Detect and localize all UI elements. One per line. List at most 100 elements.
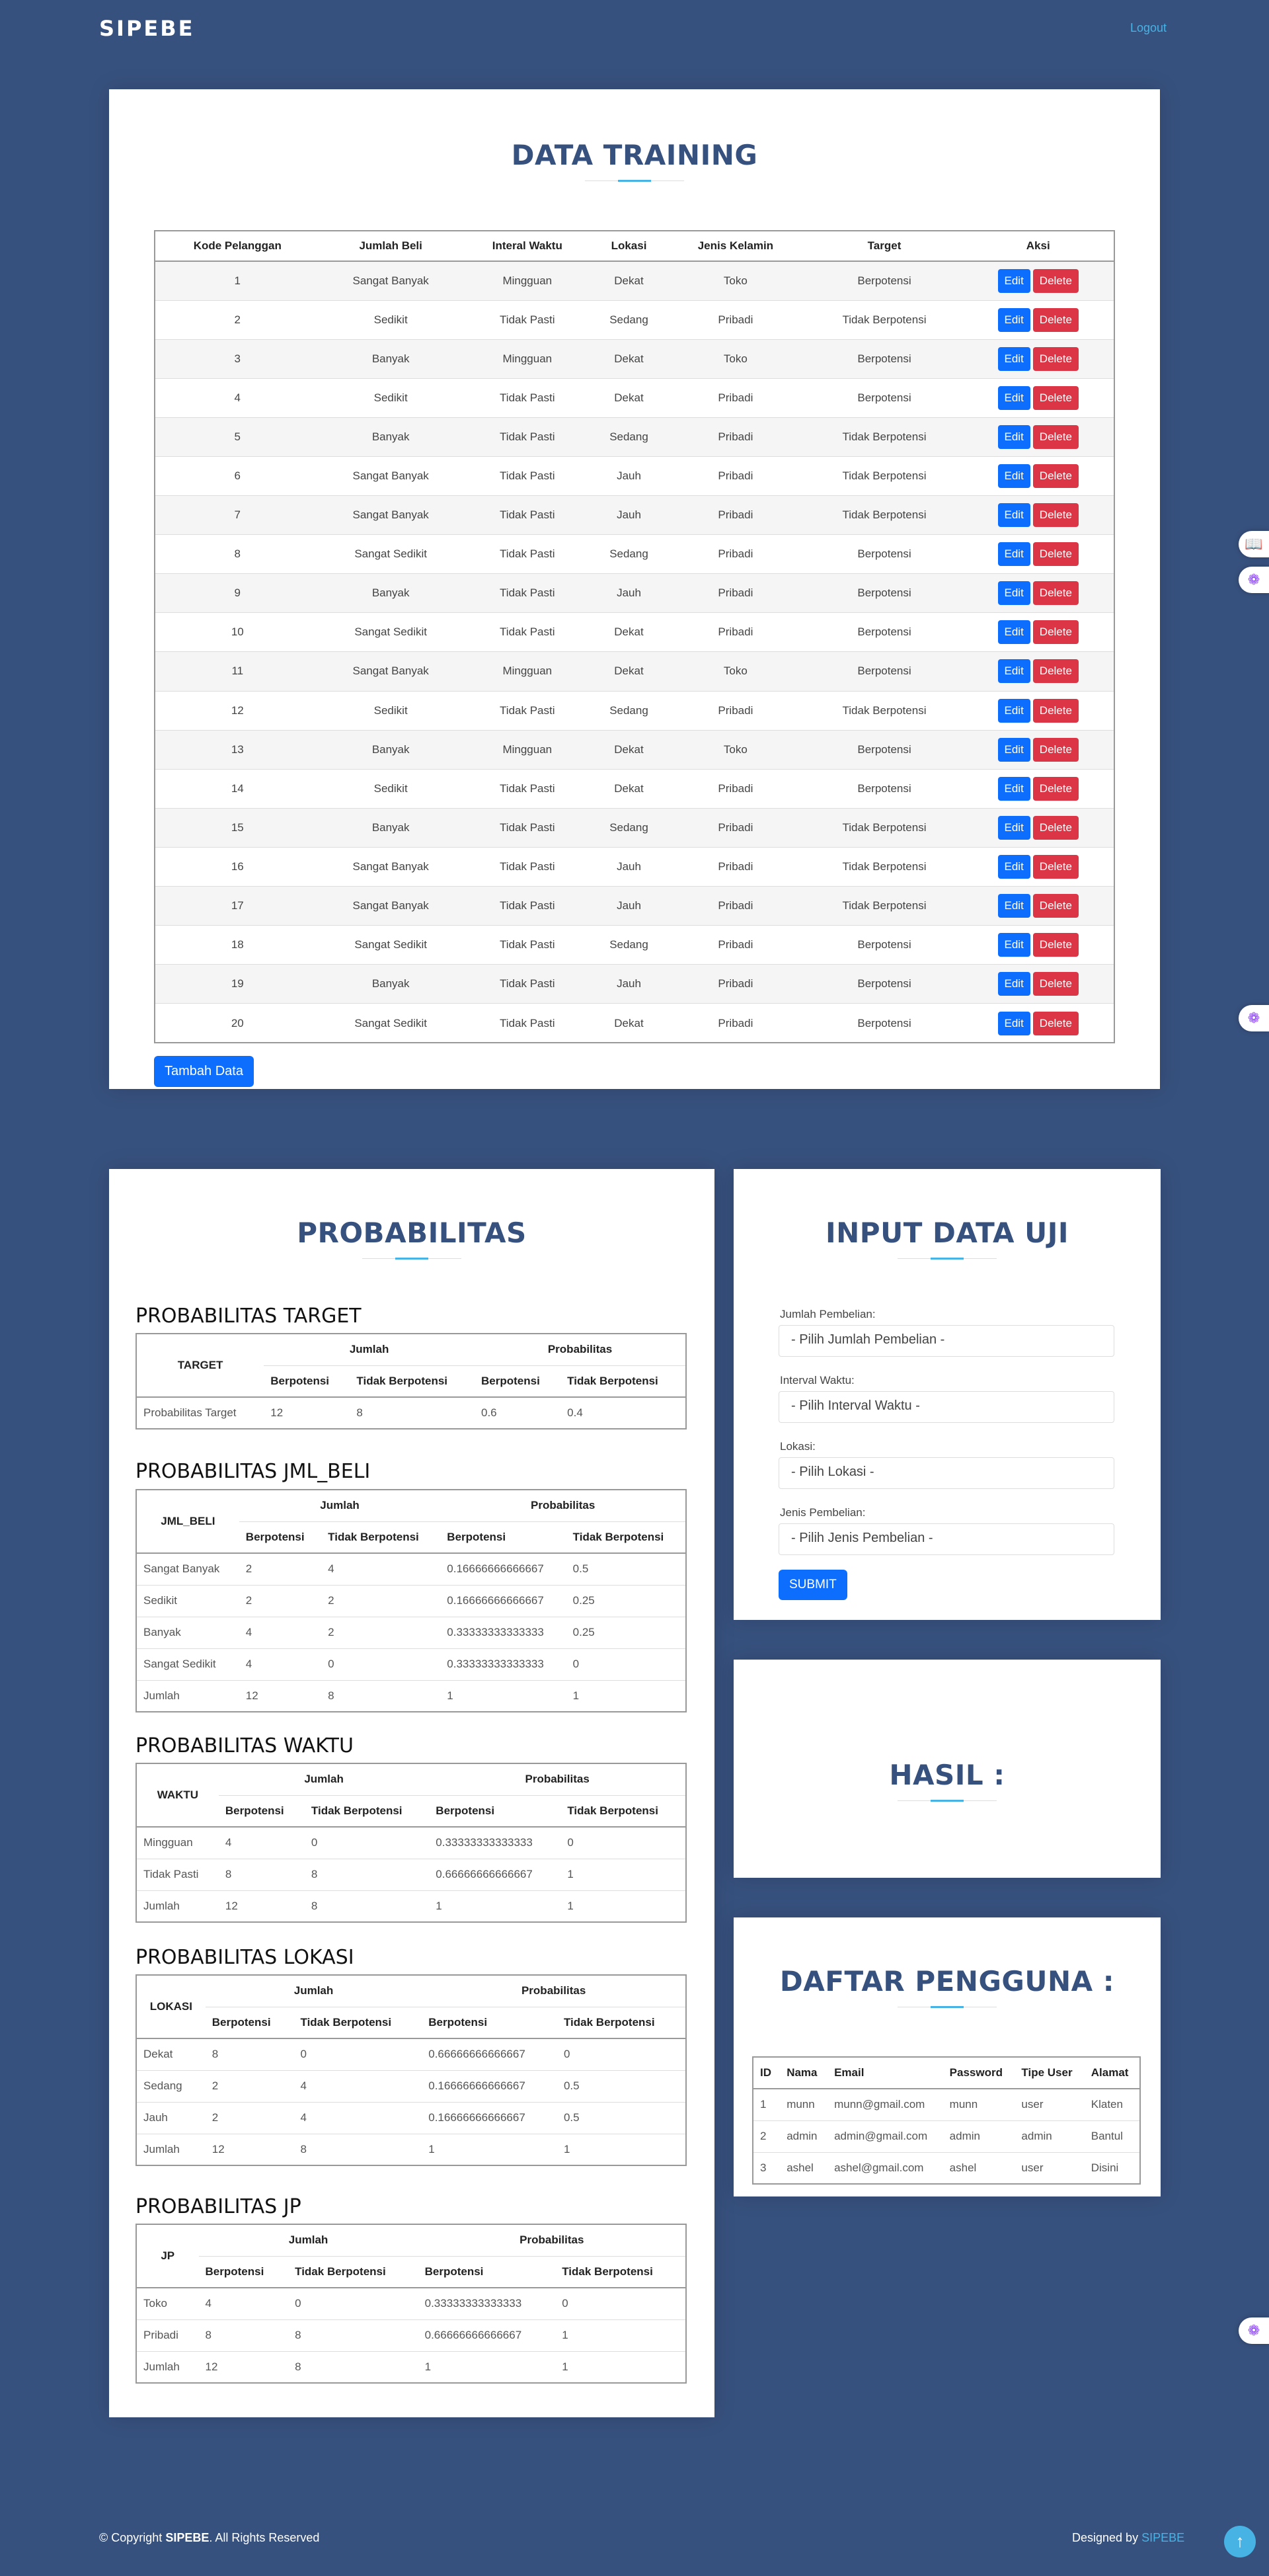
delete-button[interactable]: Delete — [1032, 698, 1079, 723]
table-header-row: Kode Pelanggan Jumlah Beli Interal Waktu Lo… — [155, 231, 1114, 262]
key-header: JP — [136, 2224, 199, 2288]
delete-button[interactable]: Delete — [1032, 424, 1079, 449]
column-header: Tidak Berpotensi — [321, 1521, 441, 1554]
delete-button[interactable]: Delete — [1032, 815, 1079, 840]
delete-button[interactable]: Delete — [1032, 385, 1079, 410]
table-row: Mingguan 4 0 0.33333333333333 0 — [136, 1826, 686, 1859]
edit-button[interactable]: Edit — [997, 307, 1030, 332]
table-cell: Jumlah — [136, 1679, 239, 1712]
delete-button[interactable]: Delete — [1032, 268, 1079, 293]
jumlah-header: Jumlah — [218, 1763, 430, 1796]
copyright-brand: SIPEBE — [165, 2531, 210, 2544]
arrow-up-icon[interactable]: ↑ — [1224, 2526, 1256, 2557]
interval-waktu-select[interactable]: - Pilih Interval Waktu - — [779, 1391, 1114, 1423]
table-cell: Jauh — [592, 964, 666, 1004]
table-cell: 2 — [753, 2120, 781, 2152]
delete-button[interactable]: Delete — [1032, 659, 1079, 684]
delete-button[interactable]: Delete — [1032, 581, 1079, 606]
jenis-pembelian-select[interactable]: - Pilih Jenis Pembelian - — [779, 1523, 1114, 1555]
table-cell: Berpotensi — [806, 573, 963, 613]
table-cell: Dekat — [592, 729, 666, 770]
delete-button[interactable]: Delete — [1032, 620, 1079, 645]
edit-button[interactable]: Edit — [997, 698, 1030, 723]
table-cell: 2 — [155, 300, 320, 340]
delete-button[interactable]: Delete — [1032, 1011, 1079, 1035]
add-data-button[interactable]: Tambah Data — [154, 1056, 254, 1087]
table-cell: Berpotensi — [806, 612, 963, 652]
table-cell: Berpotensi — [806, 339, 963, 379]
table-cell: 0.5 — [557, 2101, 686, 2134]
probabilitas-header: Probabilitas — [475, 1334, 686, 1366]
edit-button[interactable]: Edit — [997, 1011, 1030, 1035]
table-row: Jumlah 12 8 1 1 — [136, 1679, 686, 1712]
jumlah-pembelian-select[interactable]: - Pilih Jumlah Pembelian - — [779, 1325, 1114, 1357]
delete-button[interactable]: Delete — [1032, 542, 1079, 567]
table-row: 11 Sangat Banyak Mingguan Dekat Toko Berpoten… — [155, 651, 1114, 692]
actions-cell: Edit Delete — [962, 885, 1114, 926]
table-row: 1 munn munn@gmail.com munn user Klaten — [753, 2088, 1140, 2120]
table-cell: Pribadi — [665, 495, 806, 535]
edit-button[interactable]: Edit — [997, 346, 1030, 371]
translate-icon[interactable]: ❁ — [1239, 1005, 1269, 1031]
edit-button[interactable]: Edit — [997, 581, 1030, 606]
edit-button[interactable]: Edit — [997, 854, 1030, 879]
edit-button[interactable]: Edit — [997, 659, 1030, 684]
probabilitas-subtitle: PROBABILITAS JML_BELI — [135, 1460, 371, 1483]
lokasi-select[interactable]: - Pilih Lokasi - — [779, 1457, 1114, 1489]
delete-button[interactable]: Delete — [1032, 854, 1079, 879]
table-row: Sangat Sedikit 4 0 0.33333333333333 0 — [136, 1648, 686, 1680]
delete-button[interactable]: Delete — [1032, 346, 1079, 371]
table-cell: Mingguan — [136, 1826, 219, 1859]
edit-button[interactable]: Edit — [997, 776, 1030, 801]
translate-icon[interactable]: ❁ — [1239, 2317, 1269, 2344]
book-icon[interactable]: 📖 — [1239, 531, 1269, 557]
actions-cell: Edit Delete — [962, 261, 1114, 301]
table-cell: 8 — [155, 534, 320, 574]
delete-button[interactable]: Delete — [1032, 776, 1079, 801]
edit-button[interactable]: Edit — [997, 542, 1030, 567]
table-cell: Dekat — [592, 339, 666, 379]
edit-button[interactable]: Edit — [997, 268, 1030, 293]
edit-button[interactable]: Edit — [997, 620, 1030, 645]
table-cell: 8 — [288, 2351, 418, 2383]
table-header-row: ID Nama Email Password Tipe User Alamat — [753, 2057, 1140, 2089]
translate-icon[interactable]: ❁ — [1239, 567, 1269, 593]
table-cell: 1 — [555, 2319, 686, 2351]
edit-button[interactable]: Edit — [997, 933, 1030, 957]
delete-button[interactable]: Delete — [1032, 737, 1079, 762]
edit-button[interactable]: Edit — [997, 424, 1030, 449]
table-cell: Berpotensi — [806, 1003, 963, 1043]
designer-link[interactable]: SIPEBE — [1141, 2531, 1184, 2544]
jumlah-header: Jumlah — [239, 1490, 441, 1522]
edit-button[interactable]: Edit — [997, 385, 1030, 410]
table-cell: Jumlah — [136, 2133, 206, 2165]
column-header: Berpotensi — [264, 1365, 350, 1398]
table-cell: 2 — [321, 1584, 441, 1617]
table-cell: Pribadi — [665, 300, 806, 340]
table-cell: 0.5 — [566, 1552, 686, 1585]
edit-button[interactable]: Edit — [997, 972, 1030, 996]
delete-button[interactable]: Delete — [1032, 933, 1079, 957]
delete-button[interactable]: Delete — [1032, 894, 1079, 918]
site-logo[interactable]: SIPEBE — [99, 16, 195, 41]
table-cell: 0 — [555, 2287, 686, 2319]
probabilitas-subtitle: PROBABILITAS JP — [135, 2195, 301, 2218]
delete-button[interactable]: Delete — [1032, 503, 1079, 528]
edit-button[interactable]: Edit — [997, 894, 1030, 918]
logout-link[interactable]: Logout — [1130, 21, 1167, 35]
delete-button[interactable]: Delete — [1032, 307, 1079, 332]
delete-button[interactable]: Delete — [1032, 972, 1079, 996]
edit-button[interactable]: Edit — [997, 815, 1030, 840]
table-cell: ashel@gmail.com — [827, 2152, 943, 2184]
table-cell: 2 — [205, 2101, 294, 2134]
submit-button[interactable]: SUBMIT — [779, 1570, 847, 1600]
table-row: 13 Banyak Mingguan Dekat Toko Berpotensi Edit D… — [155, 729, 1114, 770]
edit-button[interactable]: Edit — [997, 503, 1030, 528]
table-cell: Banyak — [319, 807, 462, 848]
actions-cell: Edit Delete — [962, 534, 1114, 574]
table-cell: Tidak Pasti — [461, 300, 593, 340]
edit-button[interactable]: Edit — [997, 464, 1030, 489]
table-cell: 0 — [288, 2287, 418, 2319]
delete-button[interactable]: Delete — [1032, 464, 1079, 489]
edit-button[interactable]: Edit — [997, 737, 1030, 762]
